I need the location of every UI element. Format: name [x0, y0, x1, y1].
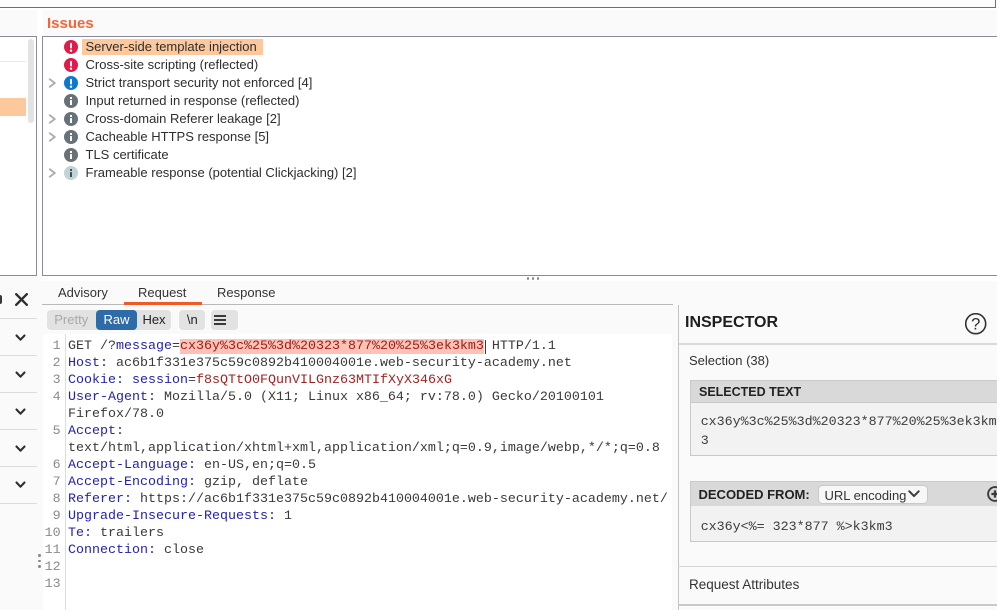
svg-text:?: ?: [971, 315, 980, 333]
